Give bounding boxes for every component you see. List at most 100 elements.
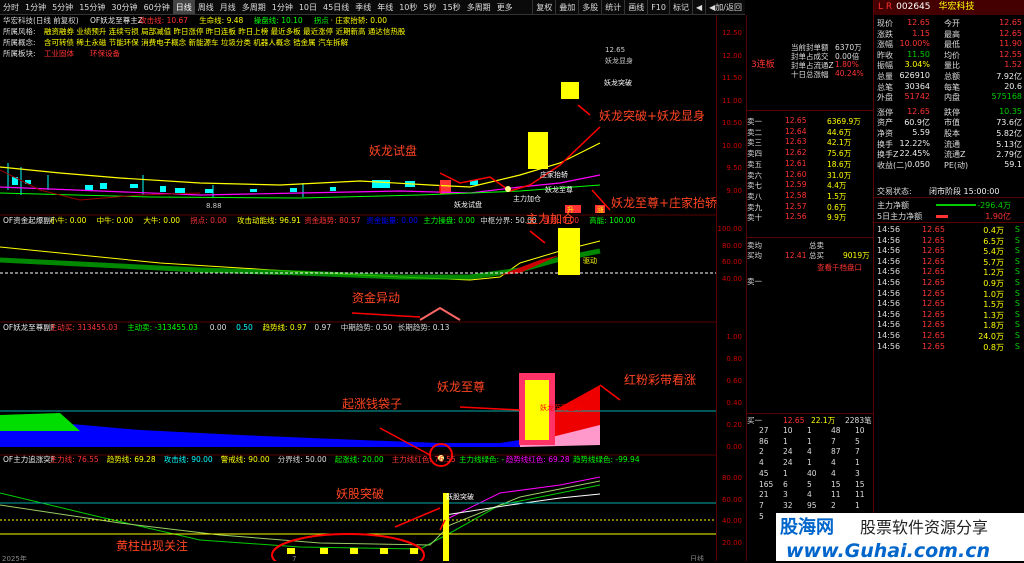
quote-row: 现价 12.65 今开 12.65 xyxy=(874,18,1024,29)
panel-divider xyxy=(874,222,1024,223)
level-price: 12.56 xyxy=(785,212,807,222)
toolbar-button[interactable]: 标记 xyxy=(668,0,692,14)
period-tab[interactable]: 60分钟 xyxy=(141,0,173,14)
candle xyxy=(561,82,579,99)
queue-cell: 15 xyxy=(831,479,841,489)
tick-cell: 12.65 xyxy=(922,288,945,298)
tick-cell: 12.65 xyxy=(922,225,945,234)
queue-head: 22.1万 xyxy=(811,416,836,425)
series-line xyxy=(0,480,601,546)
sell-row[interactable]: 卖七 12.59 4.4万 xyxy=(747,180,873,191)
info-value: 含可转债 稀土永磁 节能环保 消费电子概念 新能源车 垃圾分类 机器人概念 锆金… xyxy=(44,38,349,47)
panel-divider xyxy=(747,413,873,414)
tick-cell: 12.65 xyxy=(922,309,945,319)
period-tab[interactable]: 周线 xyxy=(195,0,217,14)
mark-label: 妖龙试盘 xyxy=(454,200,482,209)
toolbar-button[interactable]: F10 xyxy=(647,0,669,14)
low-price-label: 8.88 xyxy=(206,202,222,210)
sell-row[interactable]: 卖一 12.65 6369.9万 xyxy=(747,116,873,127)
tick-cell: 14:56 xyxy=(877,256,901,266)
queue-cell: 1 xyxy=(783,468,788,478)
period-tab[interactable]: 10秒 xyxy=(396,0,420,14)
level-label: 卖六 xyxy=(747,170,762,180)
period-tab[interactable]: 15秒 xyxy=(440,0,464,14)
axis-tick: 0.00 xyxy=(726,443,742,451)
legend-item: 主力线: 76.55 xyxy=(49,455,99,464)
tick-cell: 1.5万 xyxy=(983,300,1004,310)
sell-row[interactable]: 卖三 12.63 42.1万 xyxy=(747,137,873,148)
quote-cell: 3.04% xyxy=(904,60,930,70)
period-toolbar: 分时 1分钟 5分钟 15分钟 30分钟 60分钟 日线 周线 月线 多周期 1分钟 10日 45日线季… xyxy=(0,0,745,15)
queue-cell: 5 xyxy=(807,479,812,489)
legend-item: 操盘线: 10.10 xyxy=(253,16,303,25)
tick-cell: 14:56 xyxy=(877,331,901,340)
period-tab[interactable]: 更多 xyxy=(494,0,516,14)
quote-row: 换手Z 22.45% 流通Z 2.79亿 xyxy=(874,149,1024,160)
sell-row[interactable]: 卖八 12.58 1.5万 xyxy=(747,191,873,202)
quote-cell: 总笔 xyxy=(877,82,893,92)
queue-cell: 48 xyxy=(831,426,841,435)
period-tab[interactable]: 15分钟 xyxy=(76,0,108,14)
legend-item: 0.00 xyxy=(209,323,227,332)
period-tab[interactable]: 季线 xyxy=(352,0,374,14)
sell-row[interactable]: 卖五 12.61 18.6万 xyxy=(747,159,873,170)
quote-cell: 575168 xyxy=(991,92,1022,102)
toolbar-button[interactable]: ◀ xyxy=(691,0,705,14)
period-tab[interactable]: 分时 xyxy=(0,0,22,14)
legend-item: OF妖龙至尊主Z xyxy=(90,16,143,25)
sell-row[interactable]: 卖四 12.62 75.6万 xyxy=(747,148,873,159)
quote-cell: 振幅 xyxy=(877,61,893,71)
tick-cell: 12.65 xyxy=(922,267,945,277)
sell-row[interactable]: 卖九 12.57 0.6万 xyxy=(747,202,873,213)
tick-cell: 14:56 xyxy=(877,341,901,351)
level-price: 12.64 xyxy=(785,126,807,136)
sell-row[interactable]: 卖六 12.60 31.0万 xyxy=(747,170,873,181)
period-tab[interactable]: 1分钟 xyxy=(22,0,49,14)
watermark-title: 股海网 xyxy=(779,516,834,538)
period-tab[interactable]: 5秒 xyxy=(420,0,439,14)
depth-link[interactable]: 查看千档盘口 xyxy=(817,263,862,273)
period-tab[interactable]: 5分钟 xyxy=(49,0,76,14)
toolbar-button[interactable]: 叠加 xyxy=(555,0,578,14)
period-tab[interactable]: 月线 xyxy=(217,0,239,14)
toolbar-button[interactable]: 画线 xyxy=(624,0,647,14)
tick-cell: 14:56 xyxy=(877,320,901,330)
legend-item: 趋势线: 0.97 xyxy=(262,323,307,332)
toolbar-button[interactable]: 复权 xyxy=(532,0,555,14)
mark-label: 主力加仓 xyxy=(513,194,541,203)
stat-value: 40.24% xyxy=(835,69,864,78)
period-tab[interactable]: 年线 xyxy=(374,0,396,14)
period-tab[interactable]: 45日线 xyxy=(320,0,352,14)
tick-row: 14:56 12.65 24.0万 S xyxy=(874,331,1024,342)
series-line xyxy=(0,142,601,188)
legend-item: 起涨线: 20.00 xyxy=(334,455,384,464)
period-tab[interactable]: 日线 xyxy=(172,0,195,14)
tick-cell: S xyxy=(1014,267,1020,277)
quote-cell: PE(动) xyxy=(944,160,969,170)
info-value2: 环保设备 xyxy=(90,49,120,58)
period-tab[interactable]: 10日 xyxy=(296,0,320,14)
sell-row[interactable]: 卖十 12.56 9.9万 xyxy=(747,212,873,223)
toolbar-button[interactable]: ◀加/返回 xyxy=(705,0,745,14)
stat-row: 十日总涨幅 40.24% xyxy=(747,69,873,80)
quote-row: 外盘 51742 内盘 575168 xyxy=(874,92,1024,103)
legend-item: 主力线绿色: - xyxy=(459,455,505,464)
queue-cell: 10 xyxy=(855,426,865,435)
tick-row: 14:56 12.65 5.7万 S xyxy=(874,257,1024,268)
period-tab[interactable]: 1分钟 xyxy=(269,0,296,14)
quote-cell: 最高 xyxy=(944,29,960,39)
legend-item: · 庄家抬轿: 0.00 xyxy=(330,16,387,25)
legend-item: 攻击动能线: 96.91 xyxy=(237,216,301,225)
tick-row: 14:56 12.65 0.9万 S xyxy=(874,278,1024,289)
period-tab[interactable]: 30分钟 xyxy=(108,0,140,14)
quote-cell: 涨停 xyxy=(877,107,893,117)
period-tab[interactable]: 多周期 xyxy=(239,0,269,14)
sell-row[interactable]: 卖二 12.64 44.6万 xyxy=(747,127,873,138)
toolbar-button[interactable]: 多股 xyxy=(578,0,601,14)
period-tab[interactable]: 多周期 xyxy=(464,0,494,14)
toolbar-button[interactable]: 统计 xyxy=(601,0,624,14)
queue-cell: 7 xyxy=(759,500,764,510)
axis-tick: 12.00 xyxy=(721,51,742,60)
net-bar xyxy=(936,204,976,206)
avg-field: 买均 xyxy=(747,251,762,260)
